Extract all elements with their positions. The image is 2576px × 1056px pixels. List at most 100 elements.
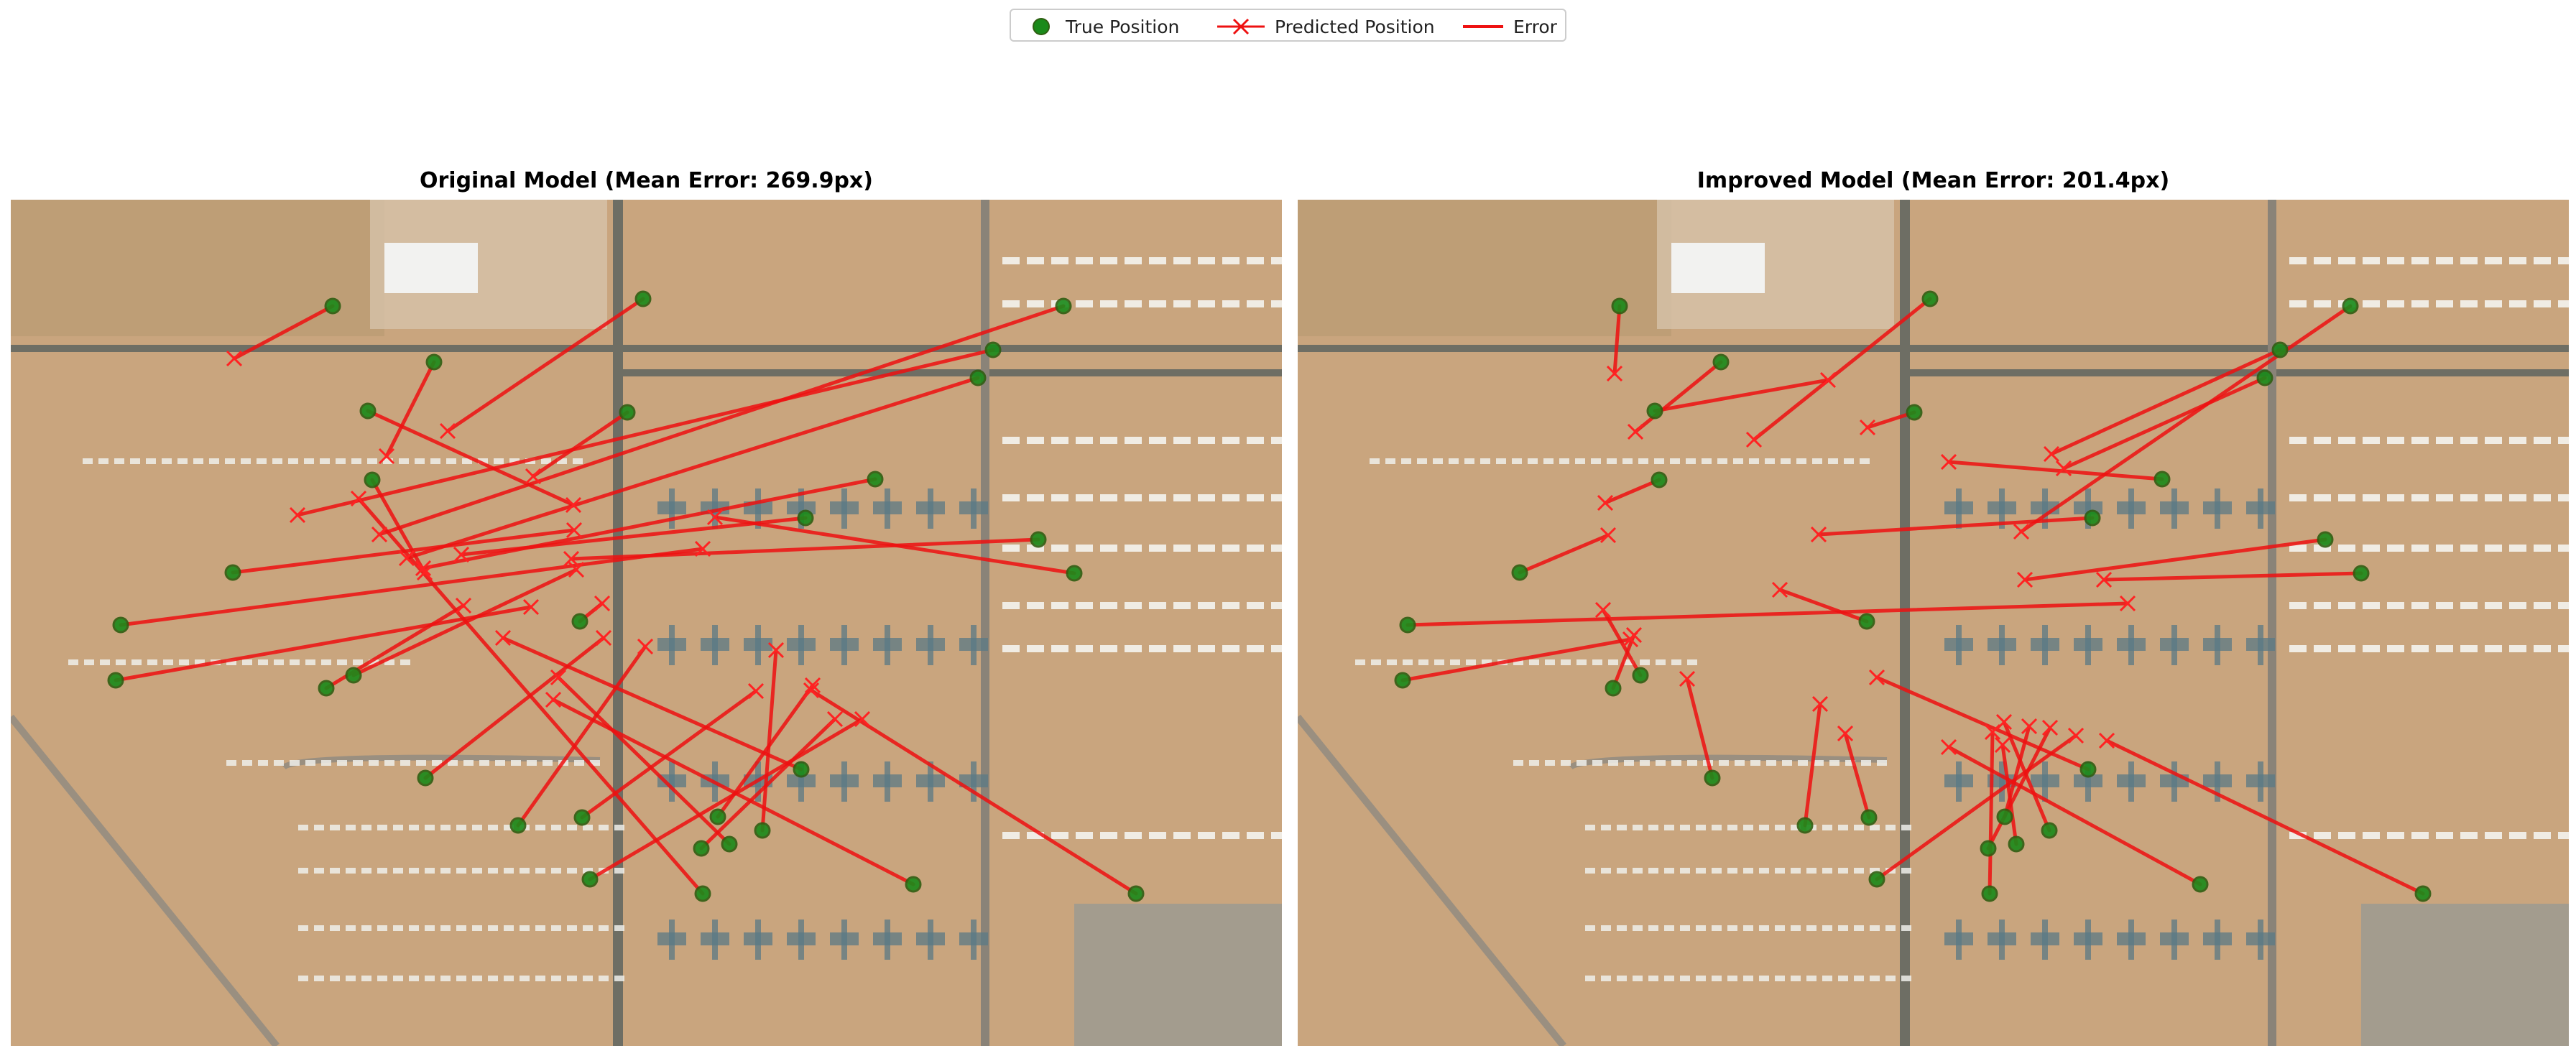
aircraft-mark — [1838, 868, 1848, 874]
aircraft-mark — [1617, 976, 1627, 981]
aircraft-mark — [1027, 602, 1044, 609]
aircraft-mark — [337, 760, 347, 766]
aircraft-mark — [574, 760, 584, 766]
aircraft-mark — [1791, 925, 1801, 931]
aircraft-mark — [409, 825, 419, 830]
aircraft-mark — [2042, 920, 2048, 960]
aircraft-mark — [1027, 300, 1044, 307]
true-point — [571, 613, 588, 630]
aircraft-mark — [1198, 257, 1215, 264]
true-point — [2192, 876, 2209, 893]
aircraft-mark — [258, 760, 268, 766]
aircraft-mark — [2387, 545, 2404, 552]
aircraft-mark — [1545, 760, 1555, 766]
aircraft-mark — [494, 458, 504, 464]
aircraft-mark — [1766, 760, 1776, 766]
aircraft-mark — [1576, 760, 1587, 766]
aircraft-mark — [472, 976, 482, 981]
aircraft-mark — [1051, 645, 1068, 652]
aircraft-mark — [456, 825, 466, 830]
aircraft-mark — [2363, 437, 2380, 444]
aircraft-mark — [472, 825, 482, 830]
aircraft-mark — [504, 925, 514, 931]
aircraft-mark — [100, 659, 110, 665]
aircraft-mark — [2314, 300, 2331, 307]
aircraft-mark — [1829, 760, 1839, 766]
true-point — [425, 353, 443, 371]
aircraft-mark — [2411, 257, 2429, 264]
panel-title-improved: Improved Model (Mean Error: 201.4px) — [1696, 168, 2170, 193]
aircraft-mark — [2509, 545, 2526, 552]
aircraft-mark — [400, 760, 410, 766]
aircraft-mark — [1149, 832, 1166, 839]
aircraft-mark — [798, 625, 804, 665]
aircraft-mark — [163, 659, 173, 665]
aircraft-mark — [1198, 645, 1215, 652]
true-point — [793, 761, 810, 778]
aircraft-mark — [2363, 832, 2380, 839]
aircraft-mark — [928, 488, 933, 529]
aircraft-mark — [2258, 625, 2263, 665]
aircraft-mark — [2289, 645, 2307, 652]
aircraft-mark — [1617, 925, 1627, 931]
satellite-background — [11, 200, 1282, 1046]
aircraft-mark — [2485, 437, 2502, 444]
aircraft-mark — [1750, 760, 1760, 766]
aircraft-mark — [369, 760, 379, 766]
aircraft-mark — [527, 760, 537, 766]
aircraft-mark — [2436, 832, 2453, 839]
aircraft-mark — [1529, 659, 1539, 665]
true-point — [1868, 871, 1885, 888]
aircraft-mark — [2289, 437, 2307, 444]
aircraft-mark — [177, 458, 188, 464]
aircraft-mark — [535, 825, 545, 830]
aircraft-mark — [583, 825, 593, 830]
aircraft-mark — [1607, 458, 1617, 464]
aircraft-mark — [1585, 925, 1595, 931]
aircraft-mark — [520, 925, 530, 931]
aircraft-mark — [669, 488, 675, 529]
aircraft-mark — [1149, 494, 1166, 501]
aircraft-mark — [1149, 545, 1166, 552]
true-point — [2342, 297, 2359, 315]
chart-original-svg — [11, 200, 1282, 1046]
aircraft-mark — [1798, 760, 1808, 766]
aircraft-mark — [1680, 825, 1690, 830]
aircraft-mark — [551, 825, 561, 830]
aircraft-mark — [1719, 760, 1729, 766]
aircraft-mark — [2363, 602, 2380, 609]
aircraft-mark — [1791, 868, 1801, 874]
aircraft-mark — [567, 825, 577, 830]
aircraft-mark — [425, 925, 435, 931]
aircraft-mark — [2338, 437, 2355, 444]
aircraft-mark — [1640, 659, 1650, 665]
true-point — [1651, 471, 1668, 488]
aircraft-mark — [841, 761, 847, 802]
aircraft-mark — [346, 868, 356, 874]
aircraft-mark — [1198, 545, 1215, 552]
aircraft-mark — [400, 659, 410, 665]
aircraft-mark — [2460, 545, 2478, 552]
aircraft-mark — [971, 920, 977, 960]
aircraft-mark — [535, 925, 545, 931]
aircraft-mark — [1648, 868, 1658, 874]
aircraft-mark — [2558, 602, 2569, 609]
aircraft-mark — [2085, 920, 2091, 960]
aircraft-mark — [573, 458, 583, 464]
aircraft-mark — [567, 868, 577, 874]
true-point — [1981, 885, 1998, 902]
aircraft-mark — [1664, 868, 1674, 874]
aircraft-mark — [1247, 437, 1264, 444]
aircraft-mark — [1100, 494, 1117, 501]
aircraft-mark — [755, 920, 761, 960]
aircraft-mark — [1198, 832, 1215, 839]
true-point — [969, 369, 987, 386]
aircraft-mark — [1076, 437, 1093, 444]
aircraft-mark — [393, 825, 403, 830]
aircraft-mark — [1743, 868, 1753, 874]
aircraft-mark — [1854, 825, 1864, 830]
aircraft-mark — [2363, 494, 2380, 501]
aircraft-mark — [1648, 976, 1658, 981]
aircraft-mark — [361, 825, 371, 830]
aircraft-mark — [2436, 545, 2453, 552]
